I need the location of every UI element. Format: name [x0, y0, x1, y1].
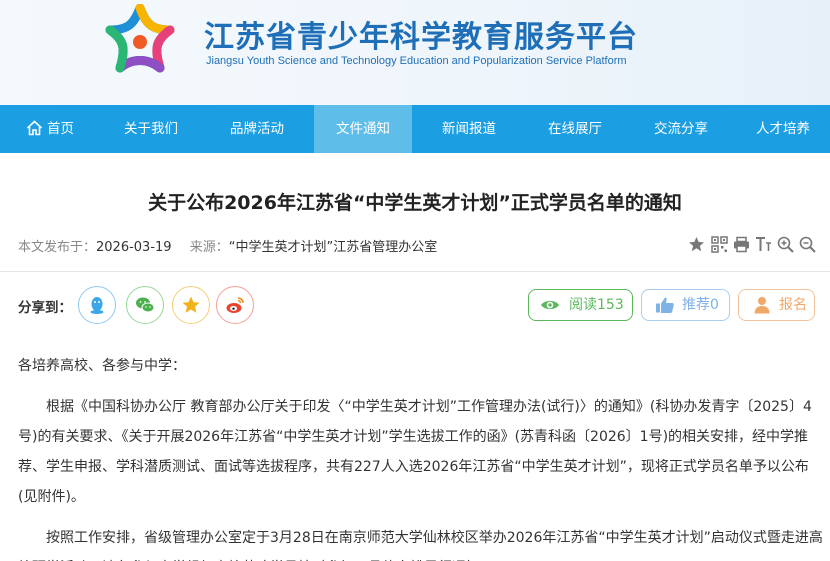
- article-paragraph: 按照工作安排，省级管理办公室定于3月28日在南京师范大学仙林校区举办2026年江…: [18, 530, 823, 561]
- zoom-in-icon[interactable]: [777, 236, 794, 253]
- signup-button[interactable]: 报名: [738, 289, 815, 321]
- nav-item-news[interactable]: 新闻报道: [418, 105, 520, 153]
- weibo-icon: [226, 297, 244, 313]
- read-count: 阅读153: [569, 297, 624, 313]
- share-label: 分享到：: [18, 300, 72, 316]
- nav-item-sharing[interactable]: 交流分享: [630, 105, 732, 153]
- publish-date: 2026-03-19: [96, 240, 172, 255]
- person-icon: [754, 297, 770, 314]
- qrcode-icon[interactable]: [711, 236, 728, 253]
- article-paragraph: 根据《中国科协办公厅 教育部办公厅关于印发〈“中学生英才计划”工作管理办法(试行…: [18, 399, 812, 505]
- nav-item-label: 文件通知: [336, 121, 390, 137]
- print-icon[interactable]: [733, 236, 750, 253]
- nav-item-label: 品牌活动: [230, 121, 284, 137]
- nav-item-home[interactable]: 首页: [0, 105, 100, 153]
- qzone-icon: [182, 296, 200, 313]
- home-icon: [26, 120, 43, 136]
- nav-item-label: 首页: [47, 121, 74, 137]
- nav-item-brand-activities[interactable]: 品牌活动: [206, 105, 308, 153]
- share-weibo-button[interactable]: [216, 286, 254, 324]
- site-header: 江苏省青少年科学教育服务平台 Jiangsu Youth Science and…: [0, 0, 830, 105]
- article-title: 关于公布2026年江苏省“中学生英才计划”正式学员名单的通知: [148, 192, 682, 214]
- signup-label: 报名: [779, 297, 807, 313]
- recommend-count: 推荐0: [682, 297, 719, 313]
- site-title: 江苏省青少年科学教育服务平台: [204, 20, 638, 55]
- nav-item-online-exhibition[interactable]: 在线展厅: [524, 105, 626, 153]
- share-wechat-button[interactable]: [126, 286, 164, 324]
- read-count-button[interactable]: 阅读153: [528, 289, 633, 321]
- article-meta: 本文发布于：2026-03-19 来源：“中学生英才计划”江苏省管理办公室: [18, 236, 437, 255]
- site-logo[interactable]: [100, 4, 180, 80]
- article-salutation: 各培养高校、各参与中学：: [18, 358, 186, 374]
- share-qq-button[interactable]: [78, 286, 116, 324]
- recommend-button[interactable]: 推荐0: [641, 289, 730, 321]
- nav-item-label: 交流分享: [654, 121, 708, 137]
- thumbs-up-icon: [656, 297, 674, 313]
- main-nav: 首页 关于我们 品牌活动 文件通知 新闻报道 在线展厅 交流分享 人才培养: [0, 105, 830, 153]
- nav-item-about[interactable]: 关于我们: [100, 105, 202, 153]
- share-qzone-button[interactable]: [172, 286, 210, 324]
- nav-item-label: 在线展厅: [548, 121, 602, 137]
- article-source: “中学生英才计划”江苏省管理办公室: [228, 240, 438, 255]
- wechat-icon: [136, 297, 155, 313]
- divider: [0, 271, 830, 272]
- star-icon[interactable]: [688, 236, 705, 253]
- font-size-icon[interactable]: [755, 236, 772, 253]
- article-body: 各培养高校、各参与中学： 根据《中国科协办公厅 教育部办公厅关于印发〈“中学生英…: [18, 351, 824, 561]
- date-label: 本文发布于：: [18, 240, 97, 255]
- eye-icon: [541, 300, 559, 310]
- zoom-out-icon[interactable]: [799, 236, 816, 253]
- site-subtitle: Jiangsu Youth Science and Technology Edu…: [206, 55, 627, 67]
- nav-item-talent[interactable]: 人才培养: [736, 105, 830, 153]
- nav-item-notices[interactable]: 文件通知: [314, 105, 412, 153]
- qq-icon: [90, 297, 104, 314]
- nav-item-label: 新闻报道: [442, 121, 496, 137]
- source-label: 来源：: [189, 240, 229, 255]
- nav-item-label: 人才培养: [756, 121, 810, 137]
- nav-item-label: 关于我们: [124, 121, 178, 137]
